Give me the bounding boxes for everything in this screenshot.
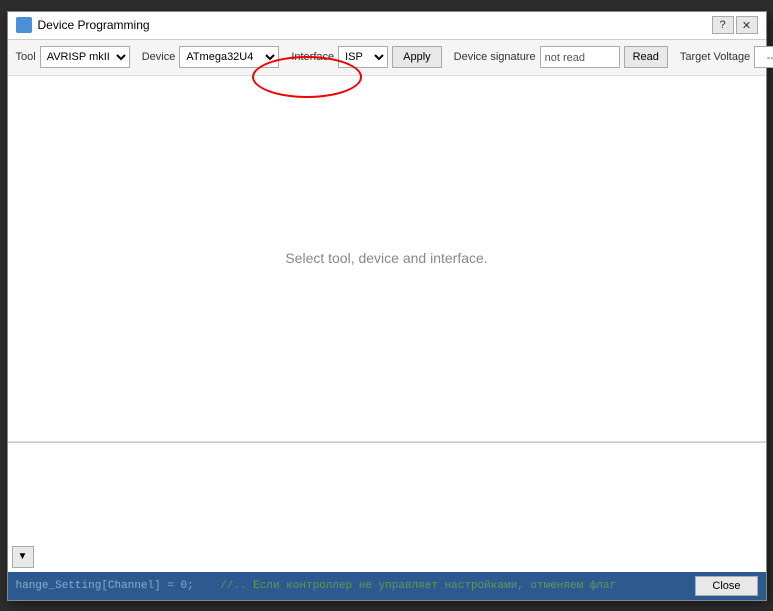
- tool-select[interactable]: AVRISP mkII: [40, 46, 130, 68]
- tool-group: Tool AVRISP mkII: [16, 46, 130, 68]
- toolbar: Tool AVRISP mkII Device ATmega32U4 Inter…: [8, 40, 766, 76]
- footer-code-text: hange_Setting[Channel] = 0; //.. Если ко…: [16, 580, 617, 592]
- dialog-body: Select tool, device and interface. ▼: [8, 76, 766, 572]
- window-title: Device Programming: [38, 18, 150, 32]
- interface-label: Interface: [291, 51, 334, 63]
- help-button[interactable]: ?: [712, 16, 734, 34]
- voltage-group: Target Voltage --- Read ⚙: [680, 46, 773, 68]
- scroll-down-button[interactable]: ▼: [12, 546, 34, 568]
- footer-bar: hange_Setting[Channel] = 0; //.. Если ко…: [8, 572, 766, 600]
- device-select[interactable]: ATmega32U4: [179, 46, 279, 68]
- interface-select[interactable]: ISP: [338, 46, 388, 68]
- signature-value: not read: [540, 46, 620, 68]
- interface-group: Interface ISP Apply: [291, 46, 441, 68]
- apply-button[interactable]: Apply: [392, 46, 442, 68]
- device-group: Device ATmega32U4: [142, 46, 280, 68]
- device-signature-label: Device signature: [454, 51, 536, 63]
- title-bar: Device Programming ? ✕: [8, 12, 766, 40]
- window-close-button[interactable]: ✕: [736, 16, 758, 34]
- content-area: Select tool, device and interface. ▼: [8, 76, 766, 572]
- read-signature-button[interactable]: Read: [624, 46, 668, 68]
- target-voltage-label: Target Voltage: [680, 51, 750, 63]
- bottom-panel: ▼: [8, 442, 766, 572]
- close-button[interactable]: Close: [695, 576, 757, 596]
- window-icon: [16, 17, 32, 33]
- dialog-window: Device Programming ? ✕ Tool AVRISP mkII …: [7, 11, 767, 601]
- title-bar-left: Device Programming: [16, 17, 150, 33]
- footer-comment: //.. Если контроллер не управляет настро…: [220, 580, 616, 592]
- placeholder-text: Select tool, device and interface.: [285, 250, 487, 266]
- device-label: Device: [142, 51, 176, 63]
- tool-label: Tool: [16, 51, 36, 63]
- signature-group: Device signature not read Read: [454, 46, 668, 68]
- footer-code: hange_Setting[Channel] = 0; //.. Если ко…: [16, 580, 696, 592]
- title-buttons: ? ✕: [712, 16, 758, 34]
- main-placeholder: Select tool, device and interface.: [8, 76, 766, 442]
- voltage-value: ---: [754, 46, 773, 68]
